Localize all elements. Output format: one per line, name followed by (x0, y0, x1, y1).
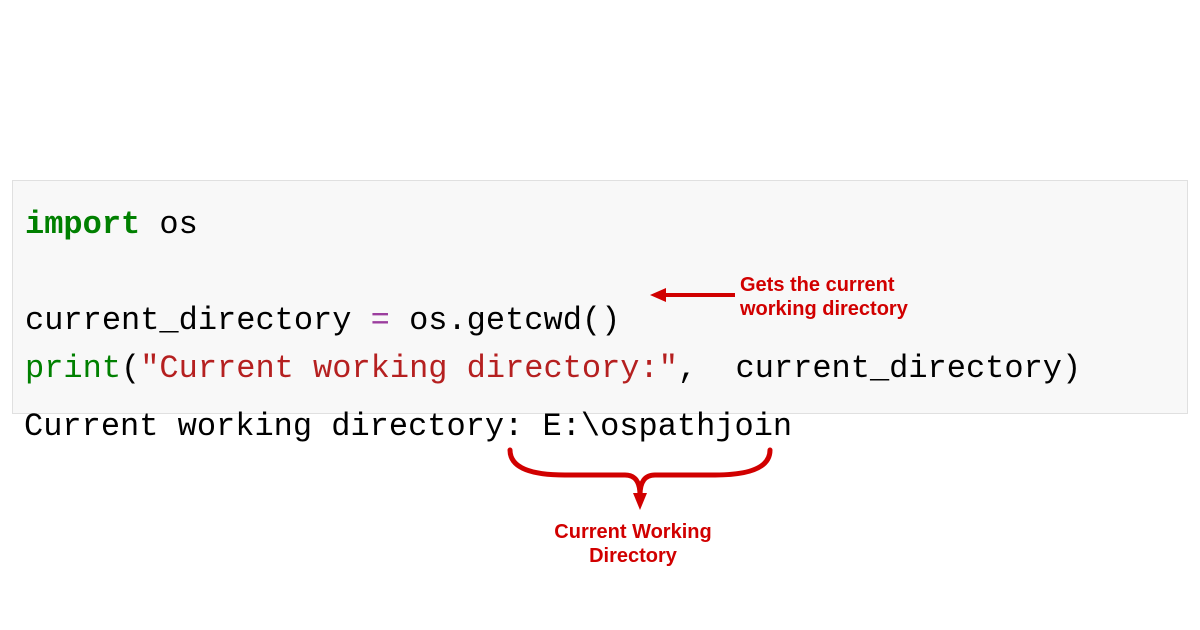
arrow-gets-cwd (650, 285, 740, 305)
arg-current-directory: current_directory (697, 350, 1062, 387)
annotation-cwd-label-line1: Current Working (533, 520, 733, 544)
annotation-cwd-label: Current Working Directory (533, 520, 733, 568)
var-current-directory: current_directory (25, 302, 371, 339)
string-literal: "Current working directory:" (140, 350, 678, 387)
paren-open: ( (121, 350, 140, 387)
code-block: import os current_directory = os.getcwd(… (12, 180, 1188, 414)
brace-cwd (500, 445, 780, 520)
comma: , (678, 350, 697, 387)
annotation-gets-cwd-line1: Gets the current (740, 273, 940, 297)
call-getcwd: os.getcwd() (390, 302, 620, 339)
builtin-print: print (25, 350, 121, 387)
paren-close: ) (1062, 350, 1081, 387)
operator-eq: = (371, 302, 390, 339)
code-line-1: import os (25, 201, 1175, 249)
module-os: os (140, 206, 198, 243)
annotation-cwd-label-line2: Directory (533, 544, 733, 568)
output-text: Current working directory: E:\ospathjoin (24, 408, 792, 445)
code-line-4: print("Current working directory:", curr… (25, 345, 1175, 393)
code-line-blank (25, 249, 1175, 297)
keyword-import: import (25, 206, 140, 243)
output-block: Current working directory: E:\ospathjoin (24, 405, 792, 450)
annotation-gets-cwd-line2: working directory (740, 297, 940, 321)
annotation-gets-cwd: Gets the current working directory (740, 273, 940, 321)
code-line-3: current_directory = os.getcwd() (25, 297, 1175, 345)
